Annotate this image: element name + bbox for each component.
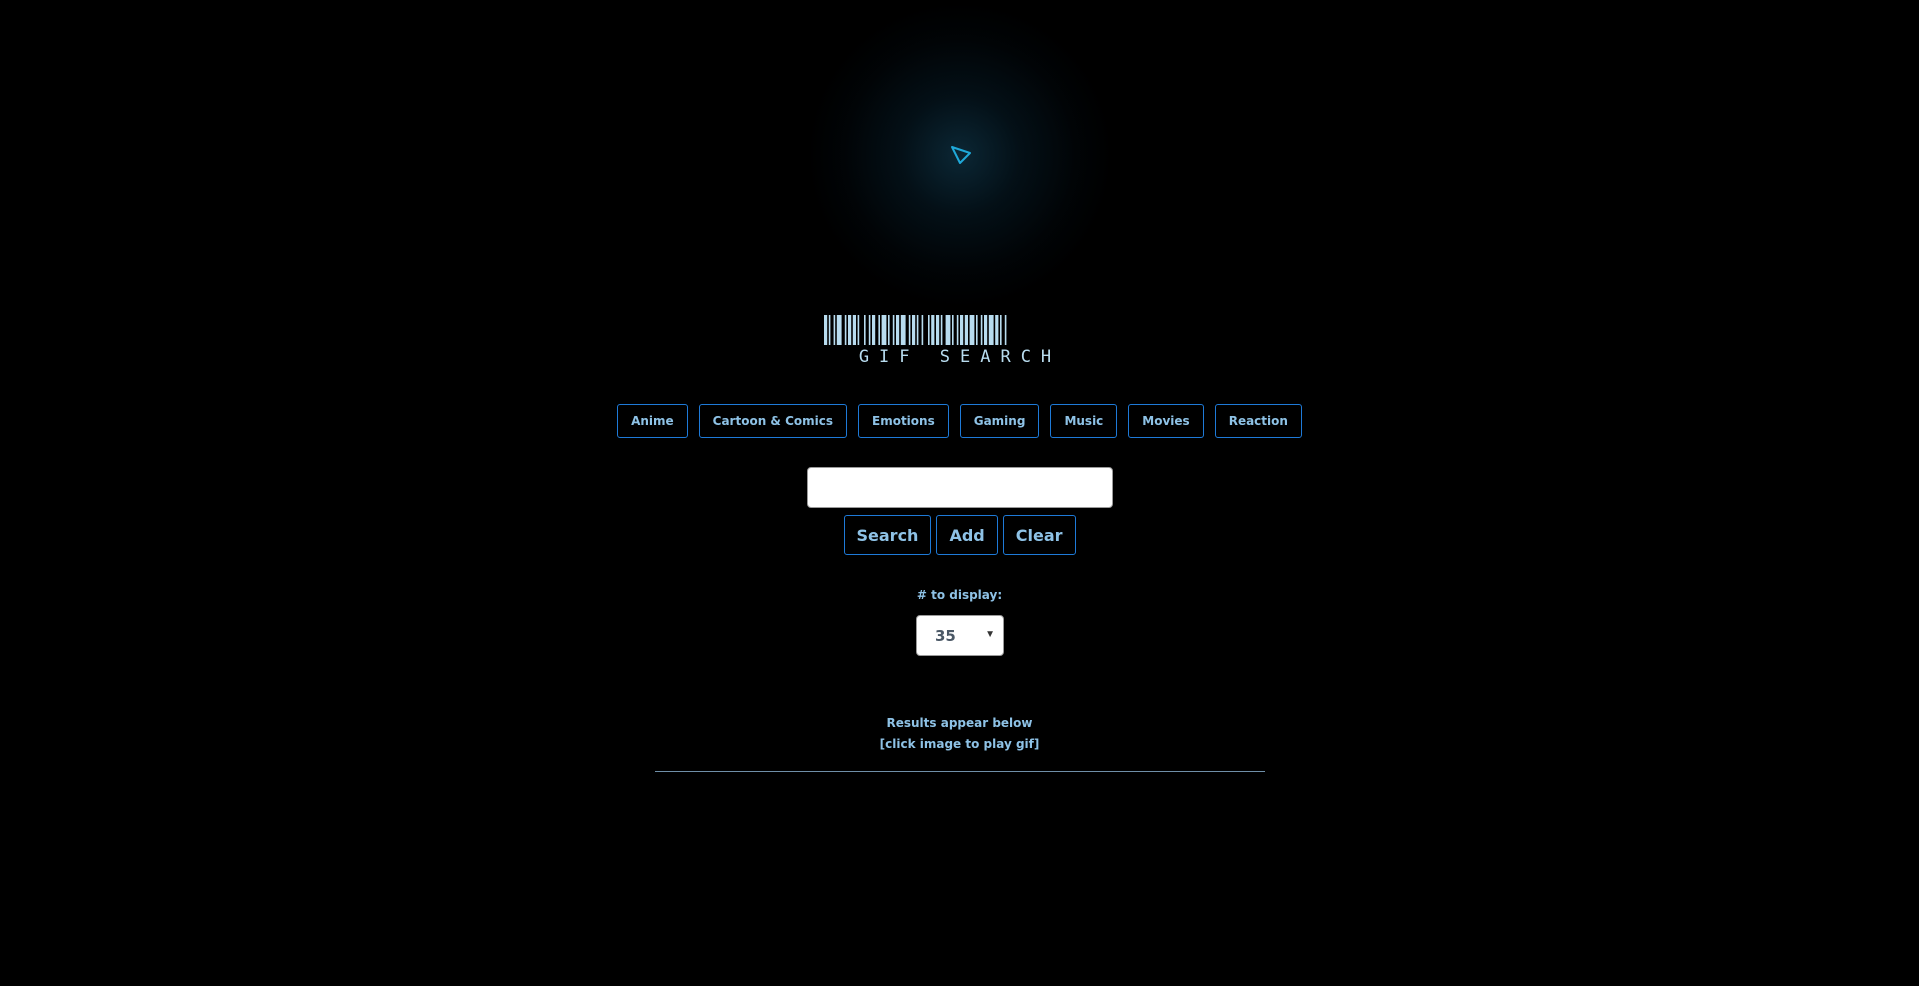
barcode-logo-icon: [824, 315, 1007, 345]
display-count-select[interactable]: 35 ▼: [916, 615, 1004, 656]
play-icon[interactable]: [949, 143, 973, 167]
search-button[interactable]: Search: [843, 515, 932, 555]
logo-text: GIF SEARCH: [858, 347, 1062, 367]
page: GIF SEARCH Anime Cartoon & Comics Emotio…: [0, 0, 1919, 986]
category-button-anime[interactable]: Anime: [617, 404, 688, 438]
add-button[interactable]: Add: [936, 515, 998, 555]
results-hint: [click image to play gif]: [879, 737, 1040, 751]
clear-button[interactable]: Clear: [1002, 515, 1076, 555]
category-button-emotions[interactable]: Emotions: [858, 404, 949, 438]
results-heading: Results appear below: [886, 716, 1033, 730]
category-button-movies[interactable]: Movies: [1128, 404, 1204, 438]
category-button-cartoon-comics[interactable]: Cartoon & Comics: [698, 404, 847, 438]
category-bar: Anime Cartoon & Comics Emotions Gaming M…: [0, 404, 1919, 438]
search-input[interactable]: [807, 467, 1113, 508]
display-count-label: # to display:: [916, 588, 1003, 602]
category-button-music[interactable]: Music: [1050, 404, 1118, 438]
action-buttons: Search Add Clear: [0, 515, 1919, 555]
category-button-reaction[interactable]: Reaction: [1214, 404, 1302, 438]
results-divider: [655, 771, 1265, 772]
display-count-value: 35: [935, 627, 956, 645]
caret-down-icon: ▼: [985, 629, 995, 640]
category-button-gaming[interactable]: Gaming: [959, 404, 1040, 438]
